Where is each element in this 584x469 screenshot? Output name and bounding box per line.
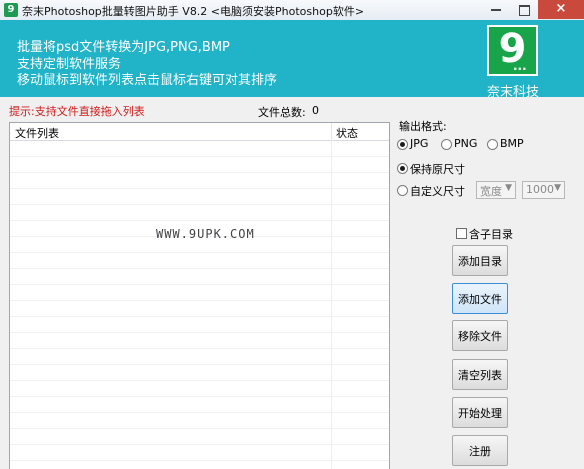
column-header-file[interactable]: 文件列表 xyxy=(15,125,59,141)
file-list[interactable]: 文件列表 状态 WWW.9UPK.COM xyxy=(9,122,390,469)
maximize-button[interactable] xyxy=(511,0,538,19)
list-header: 文件列表 状态 xyxy=(10,123,389,141)
info-banner: 批量将psd文件转换为JPG,PNG,BMP 支持定制软件服务 移动鼠标到软件列… xyxy=(0,20,584,100)
radio-custom-size-label[interactable]: 自定义尺寸 xyxy=(410,183,465,199)
include-subdirs-label[interactable]: 含子目录 xyxy=(469,226,513,242)
include-subdirs-checkbox[interactable] xyxy=(456,228,467,239)
radio-jpg-label[interactable]: JPG xyxy=(410,137,428,150)
brand-logo: 9 ... xyxy=(487,25,538,76)
maximize-icon xyxy=(519,5,530,16)
radio-bmp-label[interactable]: BMP xyxy=(500,137,524,150)
window-title: 奈末Photoshop批量转图片助手 V8.2 <电脑须安装Photoshop软… xyxy=(22,5,365,18)
logo-dots: ... xyxy=(513,59,527,73)
output-format-label: 输出格式: xyxy=(399,120,447,133)
file-count-label: 文件总数: xyxy=(258,106,306,119)
radio-keep-size-label[interactable]: 保持原尺寸 xyxy=(410,161,465,177)
drag-hint: 提示:支持文件直接拖入列表 xyxy=(9,105,145,118)
radio-png[interactable] xyxy=(441,139,452,150)
height-select-value: 1000 xyxy=(526,183,554,196)
clear-list-button[interactable]: 清空列表 xyxy=(452,359,508,390)
register-button[interactable]: 注册 xyxy=(452,435,508,466)
chevron-down-icon: ▼ xyxy=(554,183,561,193)
file-count-value: 0 xyxy=(312,104,319,117)
title-bar: 9 奈末Photoshop批量转图片助手 V8.2 <电脑须安装Photosho… xyxy=(0,0,584,21)
app-icon: 9 xyxy=(4,3,18,17)
radio-custom-size[interactable] xyxy=(397,185,408,196)
close-icon: × xyxy=(555,1,567,16)
remove-file-button[interactable]: 移除文件 xyxy=(452,320,508,351)
add-file-button[interactable]: 添加文件 xyxy=(452,283,508,314)
radio-bmp[interactable] xyxy=(487,139,498,150)
radio-png-label[interactable]: PNG xyxy=(454,137,477,150)
minimize-icon xyxy=(491,9,501,11)
column-separator[interactable] xyxy=(331,123,332,140)
width-select-value: 宽度 xyxy=(480,185,502,198)
width-select[interactable]: 宽度 ▼ xyxy=(476,181,516,199)
start-processing-button[interactable]: 开始处理 xyxy=(452,397,508,428)
radio-jpg[interactable] xyxy=(397,139,408,150)
minimize-button[interactable] xyxy=(481,0,511,19)
column-divider xyxy=(331,140,332,469)
list-rows[interactable] xyxy=(10,141,389,469)
brand-name: 奈末科技 xyxy=(487,85,540,100)
chevron-down-icon: ▼ xyxy=(505,183,512,193)
watermark: WWW.9UPK.COM xyxy=(156,227,255,241)
column-header-status[interactable]: 状态 xyxy=(336,125,358,141)
add-directory-button[interactable]: 添加目录 xyxy=(452,245,508,276)
banner-line-sort-tip: 移动鼠标到软件列表点击鼠标右键可对其排序 xyxy=(17,73,278,88)
height-select[interactable]: 1000 ▼ xyxy=(522,181,565,199)
close-button[interactable]: × xyxy=(538,0,584,19)
radio-keep-size[interactable] xyxy=(397,163,408,174)
